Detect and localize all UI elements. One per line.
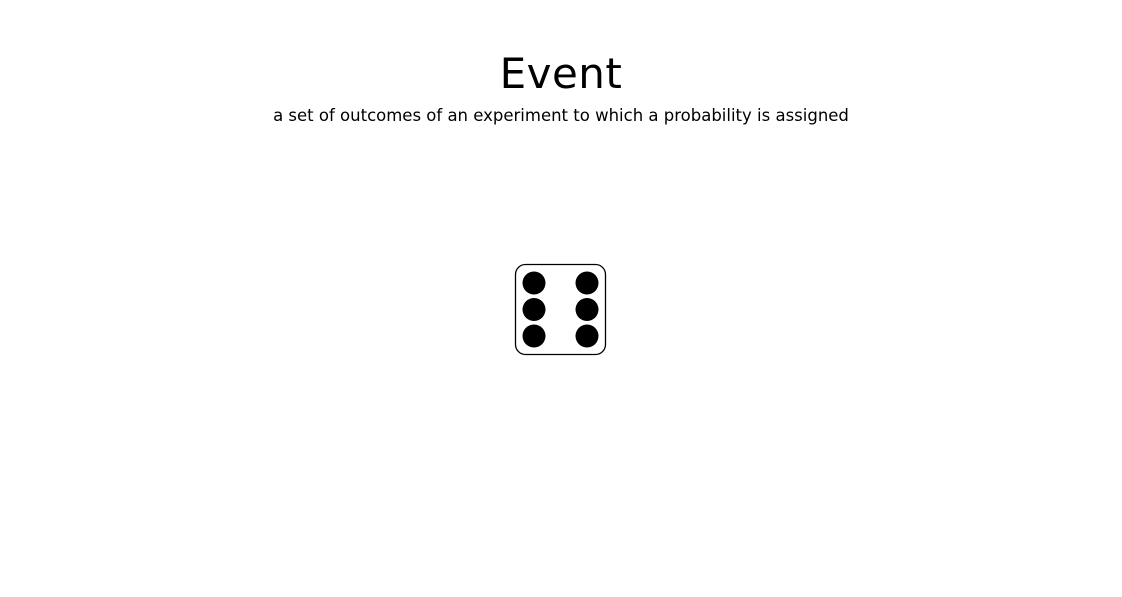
die-six-icon xyxy=(514,263,607,356)
die-pip xyxy=(522,298,546,321)
die-pip xyxy=(575,324,599,348)
die-pip xyxy=(575,298,599,321)
die-pip xyxy=(575,271,599,295)
die-pip xyxy=(522,324,546,348)
page-title: Event xyxy=(499,49,623,98)
die xyxy=(514,263,607,356)
die-pip xyxy=(522,271,546,295)
definition-text: a set of outcomes of an experiment to wh… xyxy=(273,106,849,125)
